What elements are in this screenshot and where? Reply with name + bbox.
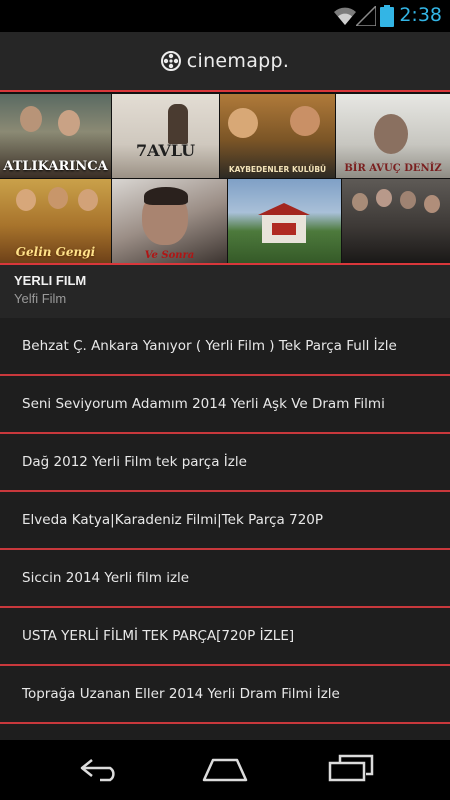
poster-title: Gelin Gengi bbox=[15, 245, 96, 259]
list-item[interactable]: Siccin 2014 Yerli film izle bbox=[0, 550, 450, 608]
category-title: YERLI FILM bbox=[14, 273, 87, 288]
poster-title: ATLIKARINCA bbox=[3, 159, 108, 174]
signal-icon bbox=[356, 6, 376, 26]
list-item[interactable]: Elveda Katya|Karadeniz Filmi|Tek Parça 7… bbox=[0, 492, 450, 550]
poster-title: Ve Sonra bbox=[144, 250, 195, 261]
movie-list: Behzat Ç. Ankara Yanıyor ( Yerli Film ) … bbox=[0, 318, 450, 740]
clock: 2:38 bbox=[399, 4, 442, 26]
app-logo: cinemapp. bbox=[0, 32, 450, 90]
film-reel-icon bbox=[160, 51, 181, 71]
list-item[interactable]: Seni Seviyorum Adamım 2014 Yerli Aşk Ve … bbox=[0, 376, 450, 434]
list-item[interactable]: USTA YERLİ FİLMİ TEK PARÇA[720P İZLE] bbox=[0, 608, 450, 666]
poster-banner[interactable]: ATLIKARINCA 7AVLU KAYBEDENLER KULÜBÜ BİR… bbox=[0, 90, 450, 265]
list-item[interactable]: Toprağa Uzanan Eller 2014 Yerli Dram Fil… bbox=[0, 666, 450, 724]
poster-title: BİR AVUÇ DENİZ bbox=[344, 163, 442, 174]
navigation-bar bbox=[0, 740, 450, 800]
poster-landscape[interactable] bbox=[228, 179, 341, 263]
poster-kaybedenler[interactable]: KAYBEDENLER KULÜBÜ bbox=[220, 94, 335, 178]
action-bar: cinemapp. bbox=[0, 32, 450, 90]
list-item[interactable]: Dağ 2012 Yerli Film tek parça İzle bbox=[0, 434, 450, 492]
back-icon[interactable] bbox=[78, 756, 122, 782]
category-subtitle: Yelfi Film bbox=[14, 291, 67, 306]
poster-group[interactable] bbox=[342, 179, 450, 263]
status-bar: 2:38 bbox=[0, 0, 450, 32]
wifi-icon bbox=[334, 7, 356, 25]
poster-atlikarinca[interactable]: ATLIKARINCA bbox=[0, 94, 111, 178]
battery-icon bbox=[380, 5, 394, 27]
poster-title: 7AVLU bbox=[135, 141, 196, 160]
recent-apps-icon[interactable] bbox=[328, 754, 374, 782]
poster-deniz[interactable]: Ve Sonra bbox=[112, 179, 227, 263]
poster-bir-avuc-deniz[interactable]: BİR AVUÇ DENİZ bbox=[336, 94, 450, 178]
category-header: YERLI FILM Yelfi Film bbox=[0, 265, 450, 318]
list-item[interactable]: Behzat Ç. Ankara Yanıyor ( Yerli Film ) … bbox=[0, 318, 450, 376]
home-icon[interactable] bbox=[201, 756, 249, 782]
poster-title: KAYBEDENLER KULÜBÜ bbox=[228, 165, 327, 174]
poster-7avlu[interactable]: 7AVLU bbox=[112, 94, 219, 178]
app-name: cinemapp. bbox=[186, 50, 290, 72]
poster-gelin[interactable]: Gelin Gengi bbox=[0, 179, 111, 263]
